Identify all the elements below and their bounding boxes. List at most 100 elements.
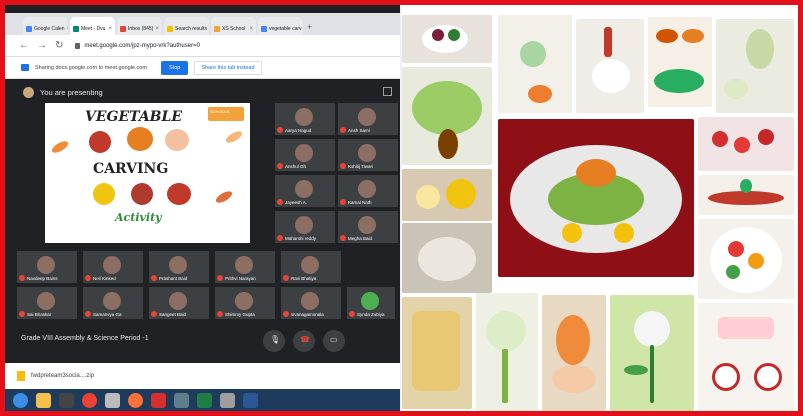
- app-icon[interactable]: [174, 392, 189, 408]
- tab-school[interactable]: XS School ×: [211, 17, 256, 35]
- reload-icon[interactable]: ↻: [55, 40, 63, 51]
- tab-search-results[interactable]: Search results×: [164, 17, 209, 35]
- avatar: [103, 256, 121, 274]
- avatar: [358, 144, 376, 162]
- carving-photo: [402, 67, 492, 165]
- carving-photo: [402, 297, 472, 409]
- media-player-icon[interactable]: [59, 392, 74, 408]
- new-tab-button[interactable]: +: [307, 22, 312, 35]
- avatar: [37, 256, 55, 274]
- participant-tile[interactable]: Megha Baid: [338, 211, 398, 243]
- google-icon: [261, 25, 267, 32]
- sharing-notice-bar: Sharing docs.google.com to meet.google.c…: [5, 57, 400, 79]
- firefox-icon[interactable]: [128, 392, 143, 408]
- slide-title-line3: Activity: [115, 211, 162, 224]
- avatar: [301, 292, 319, 310]
- stop-sharing-button[interactable]: Stop: [161, 60, 189, 75]
- carving-photo: [648, 17, 712, 107]
- meeting-title[interactable]: Grade VIII Assembly & Science Period -1: [21, 335, 149, 342]
- meet-icon: [73, 25, 79, 32]
- mic-off-icon: [85, 311, 91, 317]
- mic-off-icon: [277, 199, 283, 205]
- address-bar[interactable]: meet.google.com/jpz-mypo-vrk?authuser=0: [75, 42, 200, 49]
- avatar: [169, 292, 187, 310]
- back-icon[interactable]: ←: [19, 40, 29, 51]
- carving-photo: [402, 169, 492, 221]
- mic-off-icon: [340, 163, 346, 169]
- browser-toolbar: ← → ↻ meet.google.com/jpz-mypo-vrk?authu…: [5, 35, 400, 57]
- participant-tile[interactable]: Maharshi reddy: [275, 211, 335, 243]
- carving-photo: [698, 303, 794, 411]
- camera-button[interactable]: ▭: [323, 330, 345, 352]
- participant-tile[interactable]: Shimmy Gupta: [215, 287, 275, 319]
- carving-photo: [498, 119, 694, 277]
- participant-tile[interactable]: Jayeesh A.: [275, 175, 335, 207]
- adobe-icon[interactable]: [151, 392, 166, 408]
- word-icon[interactable]: [243, 392, 258, 408]
- participant-tile[interactable]: Sangeet Baid: [149, 287, 209, 319]
- mic-off-icon: [340, 127, 346, 133]
- layout-grid-icon[interactable]: [383, 87, 392, 96]
- participant-tile[interactable]: Prashant Baid: [149, 251, 209, 283]
- search-icon: [167, 25, 173, 32]
- tab-meet[interactable]: Meet - Dvu ×: [70, 17, 115, 35]
- participant-tile[interactable]: Synda Zubiya: [347, 287, 395, 319]
- tab-google-calendar[interactable]: Google Calen×: [23, 17, 68, 35]
- participant-tile[interactable]: Sai Bhaskar: [17, 287, 77, 319]
- mic-off-icon: [151, 311, 157, 317]
- windows-taskbar: [5, 389, 400, 411]
- participant-tile[interactable]: Neil Kinked: [83, 251, 143, 283]
- slide-title-line2: CARVING: [93, 161, 169, 177]
- participant-tile[interactable]: Aarya Hagud: [275, 103, 335, 135]
- mic-off-icon: [277, 163, 283, 169]
- participant-tile[interactable]: Prithvi Narayan: [215, 251, 275, 283]
- gmail-icon: [120, 25, 126, 32]
- participant-tile[interactable]: sivanagamonala: [281, 287, 341, 319]
- school-icon: [214, 25, 220, 32]
- participant-tile[interactable]: Samanvya Ga: [83, 287, 143, 319]
- mic-icon: 🎙: [270, 335, 281, 344]
- excel-icon[interactable]: [197, 392, 212, 408]
- participant-tile[interactable]: Ansh Sami: [338, 103, 398, 135]
- mic-off-icon: [340, 199, 346, 205]
- end-call-button[interactable]: ☎: [293, 330, 315, 352]
- presenting-bar: You are presenting: [5, 79, 400, 105]
- download-filename[interactable]: fwdpreteam3socia....zip: [31, 373, 94, 379]
- close-icon[interactable]: ×: [108, 26, 112, 32]
- avatar: [361, 292, 379, 310]
- security-icon[interactable]: [105, 392, 120, 408]
- close-icon[interactable]: ×: [249, 26, 253, 32]
- chrome-icon[interactable]: [82, 392, 97, 408]
- school-logo: SCHOOLS: [208, 107, 244, 121]
- mic-button[interactable]: 🎙: [263, 330, 285, 352]
- participant-tile[interactable]: Kamal Nath: [338, 175, 398, 207]
- settings-icon[interactable]: [220, 392, 235, 408]
- download-bar: fwdpreteam3socia....zip: [5, 363, 400, 389]
- participant-tile[interactable]: Ravi Bhatiya: [281, 251, 341, 283]
- tab-vegetable[interactable]: vegetable carv×: [258, 17, 303, 35]
- file-explorer-icon[interactable]: [36, 392, 51, 408]
- close-icon[interactable]: ×: [67, 26, 68, 32]
- vegetable-carving-collage: [402, 5, 798, 411]
- share-this-tab-button[interactable]: Share this tab instead: [194, 60, 262, 75]
- share-notice-text: Sharing docs.google.com to meet.google.c…: [35, 64, 147, 71]
- close-icon[interactable]: ×: [155, 26, 159, 32]
- mic-off-icon: [151, 275, 157, 281]
- avatar: [169, 256, 187, 274]
- participant-tile[interactable]: Navdeep Bains: [17, 251, 77, 283]
- mic-off-icon: [283, 311, 289, 317]
- windows-start-icon[interactable]: [13, 392, 28, 408]
- browser-window: Google Calen× Meet - Dvu× Inbox (845)× S…: [5, 5, 400, 411]
- mic-off-icon: [217, 275, 223, 281]
- forward-icon[interactable]: →: [37, 40, 47, 51]
- participant-tile[interactable]: Anshul Gh: [275, 139, 335, 171]
- mic-off-icon: [85, 275, 91, 281]
- avatar: [37, 292, 55, 310]
- avatar: [295, 144, 313, 162]
- lock-icon: [75, 42, 81, 49]
- mic-off-icon: [277, 127, 283, 133]
- participant-tile[interactable]: Kshitij Tiwari: [338, 139, 398, 171]
- tab-inbox[interactable]: Inbox (845) ×: [117, 17, 162, 35]
- avatar: [295, 180, 313, 198]
- zip-file-icon: [17, 371, 25, 381]
